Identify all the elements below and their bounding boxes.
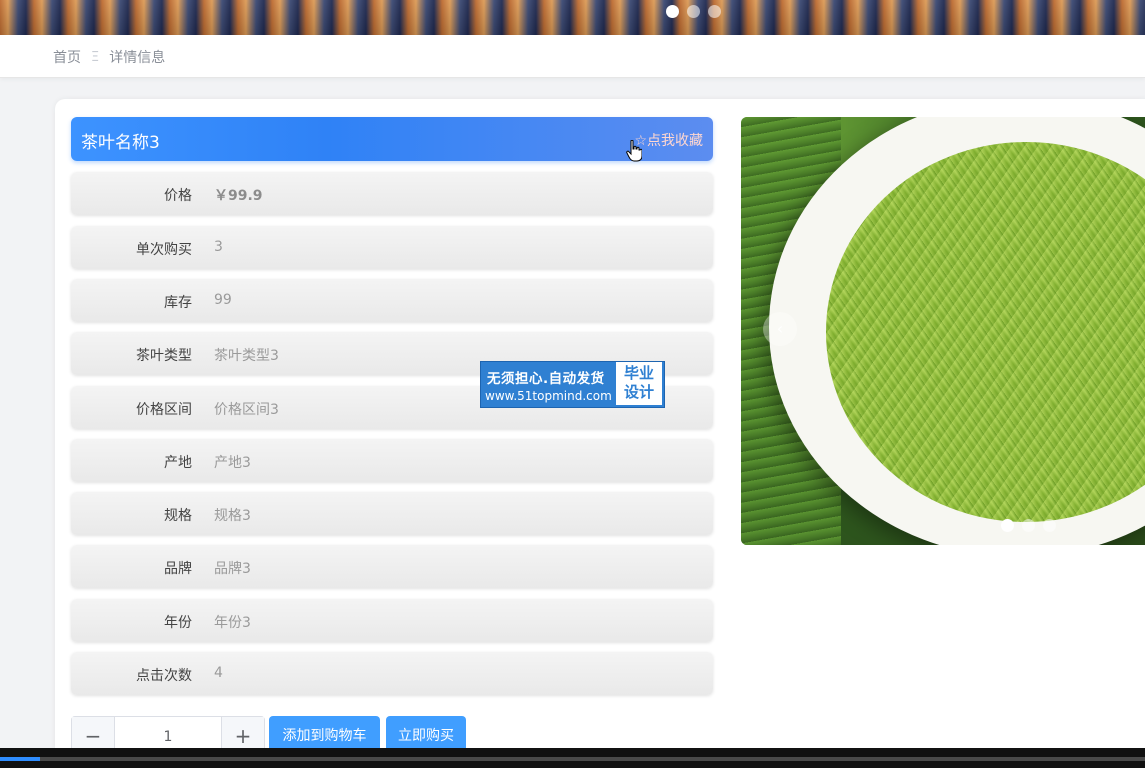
banner-indicators xyxy=(666,5,721,18)
breadcrumb-home[interactable]: 首页 xyxy=(53,47,81,67)
hand-cursor-icon xyxy=(626,140,642,162)
row-value: 4 xyxy=(214,665,223,681)
breadcrumb-separator: Ξ xyxy=(91,49,100,65)
row-label: 品牌 xyxy=(164,561,192,577)
row-label: 点击次数 xyxy=(136,668,192,684)
row-value: 99 xyxy=(214,292,232,308)
row-value: 价格区间3 xyxy=(214,402,279,418)
carousel-dot[interactable] xyxy=(1043,519,1056,532)
watermark-line1: 无须担心.自动发货 xyxy=(487,371,605,387)
product-image-carousel[interactable]: ‹ xyxy=(741,117,1145,545)
detail-row-spec: 规格 规格3 xyxy=(71,492,713,535)
detail-row-single-purchase: 单次购买 3 xyxy=(71,226,713,269)
favorite-button[interactable]: ☆点我收藏 xyxy=(634,130,703,150)
favorite-label[interactable]: ☆点我收藏 xyxy=(634,130,703,150)
row-value: 产地3 xyxy=(214,455,251,471)
breadcrumb: 首页 Ξ 详情信息 xyxy=(53,47,165,67)
watermark-line2: www.51topmind.com xyxy=(485,389,612,403)
breadcrumb-bar: 首页 Ξ 详情信息 xyxy=(0,35,1145,78)
row-value: ￥99.9 xyxy=(214,188,263,204)
row-label: 库存 xyxy=(164,295,192,311)
product-title: 茶叶名称3 xyxy=(81,133,160,153)
row-label: 价格 xyxy=(164,188,192,204)
watermark-badge: 无须担心.自动发货 www.51topmind.com 毕业 设计 xyxy=(480,361,665,408)
banner-dot[interactable] xyxy=(666,5,679,18)
top-banner xyxy=(0,0,1145,35)
video-progress-track[interactable] xyxy=(0,757,1145,761)
banner-dot[interactable] xyxy=(708,5,721,18)
carousel-dot[interactable] xyxy=(1022,519,1035,532)
row-value: 规格3 xyxy=(214,508,251,524)
row-label: 年份 xyxy=(164,615,192,631)
detail-row-price: 价格 ￥99.9 xyxy=(71,172,713,215)
row-label: 单次购买 xyxy=(136,242,192,258)
row-value: 年份3 xyxy=(214,615,251,631)
row-label: 规格 xyxy=(164,508,192,524)
watermark-badge-bottom: 设计 xyxy=(623,383,654,401)
row-value: 3 xyxy=(214,239,223,255)
banner-dot[interactable] xyxy=(687,5,700,18)
detail-row-brand: 品牌 品牌3 xyxy=(71,545,713,588)
detail-row-stock: 库存 99 xyxy=(71,279,713,322)
carousel-indicators xyxy=(1001,519,1056,532)
video-player-bar xyxy=(0,748,1145,768)
product-title-bar: 茶叶名称3 ☆点我收藏 xyxy=(71,117,713,161)
row-value: 茶叶类型3 xyxy=(214,348,279,364)
row-label: 茶叶类型 xyxy=(136,348,192,364)
video-progress-fill xyxy=(0,757,41,761)
row-label: 产地 xyxy=(164,455,192,471)
row-label: 价格区间 xyxy=(136,402,192,418)
breadcrumb-current: 详情信息 xyxy=(109,50,166,66)
detail-row-origin: 产地 产地3 xyxy=(71,439,713,482)
carousel-prev-button[interactable]: ‹ xyxy=(763,312,797,346)
row-value: 品牌3 xyxy=(214,561,251,577)
carousel-dot[interactable] xyxy=(1001,519,1014,532)
detail-row-clicks: 点击次数 4 xyxy=(71,652,713,695)
detail-row-year: 年份 年份3 xyxy=(71,599,713,642)
watermark-badge-top: 毕业 xyxy=(623,364,654,382)
